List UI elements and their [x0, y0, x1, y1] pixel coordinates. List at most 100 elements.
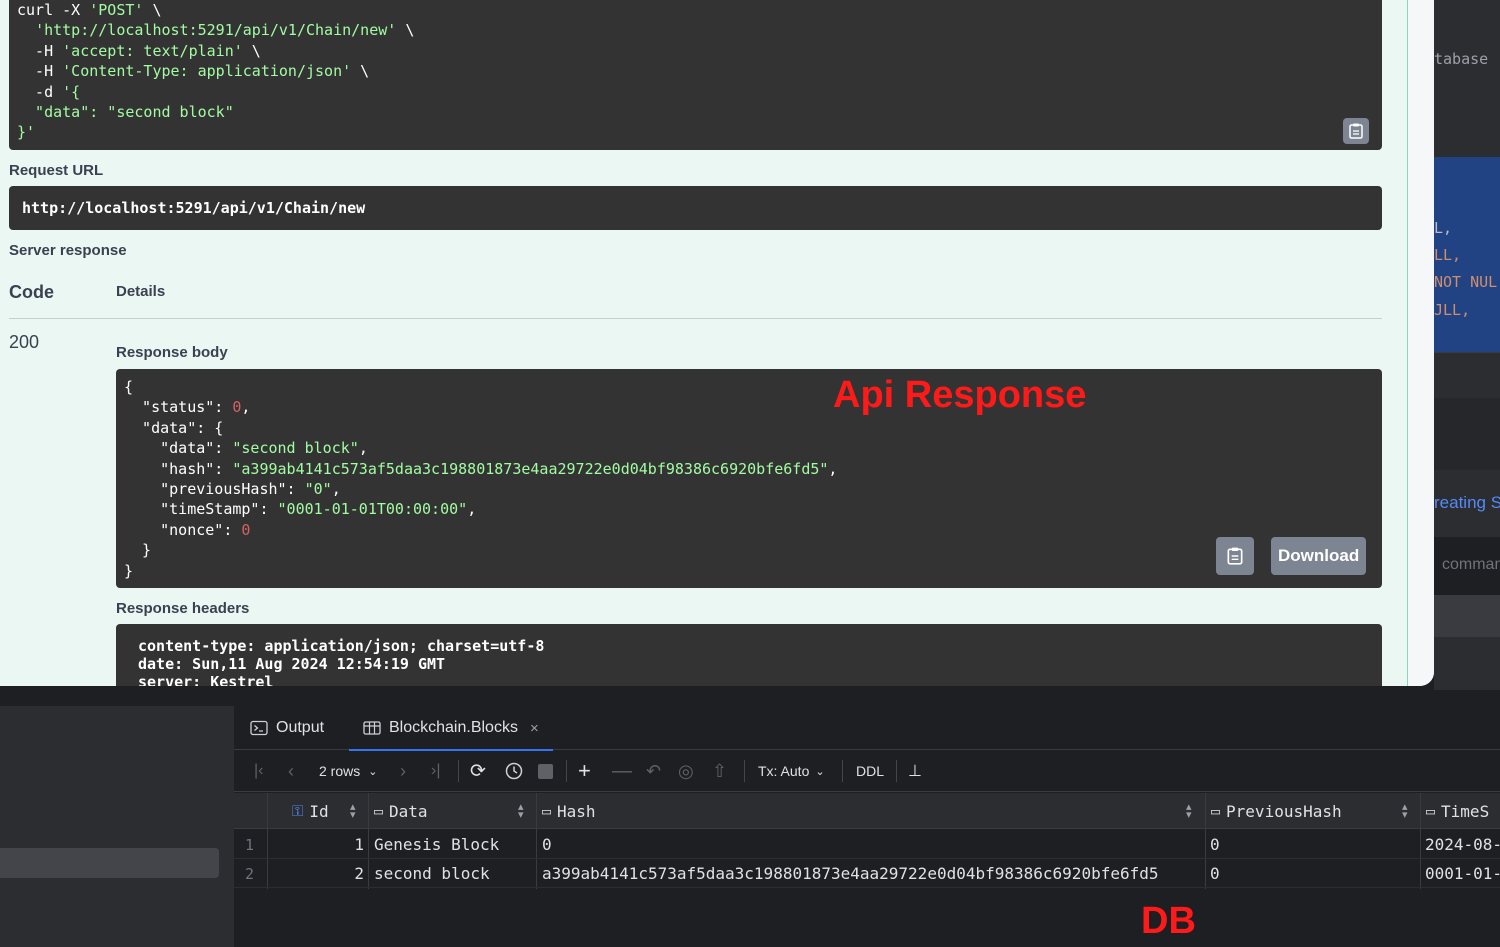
ide-peek-code-1: L,: [1434, 219, 1453, 237]
curl-line: curl -X 'POST' \: [17, 1, 162, 19]
server-response-label: Server response: [9, 242, 127, 259]
chevron-down-icon: ⌄: [368, 765, 378, 778]
revert-icon[interactable]: ↶: [646, 750, 661, 792]
copy-curl-button[interactable]: [1343, 118, 1369, 144]
column-header-id[interactable]: ⚿ Id: [292, 793, 329, 829]
ide-peek-hint: comman: [1442, 556, 1500, 573]
cell-data[interactable]: Genesis Block: [374, 830, 499, 859]
response-body-line: "nonce": 0: [124, 520, 251, 539]
ide-peek-top-text: tabase: [1434, 50, 1489, 68]
tx-label: Tx: Auto: [758, 763, 810, 779]
refresh-icon[interactable]: ⟳: [470, 750, 486, 792]
close-icon[interactable]: ×: [530, 720, 539, 737]
ide-peek-link[interactable]: reating S: [1434, 493, 1500, 513]
response-body-lines: { "status": 0, "data": { "data": "second…: [124, 377, 1382, 581]
ide-peek-code-4: JLL,: [1434, 301, 1471, 319]
table-row[interactable]: 2 2 second block a399ab4141c573af5daa3c1…: [234, 859, 1500, 888]
clipboard-icon: [1227, 547, 1243, 565]
ide-peek-code-2: LL,: [1434, 246, 1462, 264]
cell-previoushash[interactable]: 0: [1210, 830, 1220, 859]
curl-line: }': [17, 123, 36, 142]
table-row[interactable]: 1 1 Genesis Block 0 0 2024-08-: [234, 830, 1500, 859]
cell-hash[interactable]: 0: [542, 830, 552, 859]
column-header-data-label: Data: [389, 801, 428, 821]
stop-icon[interactable]: [538, 750, 553, 792]
row-number: 2: [245, 864, 255, 883]
column-header-data[interactable]: ▭ Data: [374, 793, 428, 829]
curl-line: -d '{: [17, 82, 81, 101]
db-tab-bar: Output Blockchain.Blocks ×: [234, 706, 1500, 751]
curl-line: -H 'Content-Type: application/json' \: [17, 62, 370, 81]
response-body-line: "status": 0,: [124, 398, 251, 417]
preview-changes-icon[interactable]: ◎: [678, 750, 694, 792]
response-body-line: "data": {: [124, 418, 224, 437]
history-icon[interactable]: [504, 750, 524, 792]
code-column-header: Code: [9, 282, 54, 302]
pin-icon[interactable]: ⊥: [908, 750, 922, 792]
cell-previoushash[interactable]: 0: [1210, 859, 1220, 888]
tab-blockchain-blocks[interactable]: Blockchain.Blocks ×: [349, 706, 553, 751]
ide-peek-code-3: NOT NUL: [1434, 273, 1498, 291]
sort-icon[interactable]: ▴ ▾: [1186, 802, 1192, 821]
sort-icon[interactable]: ▴ ▾: [518, 802, 524, 821]
curl-line: -H 'accept: text/plain' \: [17, 41, 261, 60]
request-url-label: Request URL: [9, 162, 104, 179]
column-header-hash[interactable]: ▭ Hash: [542, 793, 596, 829]
ddl-button[interactable]: DDL: [856, 750, 884, 792]
cell-id[interactable]: 2: [274, 859, 364, 888]
table-icon: [363, 721, 381, 735]
tab-output[interactable]: Output: [250, 706, 324, 750]
response-body-block[interactable]: { "status": 0, "data": { "data": "second…: [116, 369, 1382, 588]
rows-dropdown[interactable]: 2 rows ⌄: [319, 750, 377, 792]
response-body-line: {: [124, 378, 134, 396]
response-body-line: "data": "second block",: [124, 439, 368, 458]
cell-id[interactable]: 1: [274, 830, 364, 859]
row-number: 1: [245, 835, 255, 854]
column-header-timestamp[interactable]: ▭ TimeS: [1426, 793, 1489, 829]
request-url-box[interactable]: http://localhost:5291/api/v1/Chain/new: [9, 186, 1382, 230]
delete-row-icon[interactable]: —: [612, 750, 632, 792]
column-icon: ▭: [542, 802, 552, 820]
curl-lines: curl -X 'POST' \ 'http://localhost:5291/…: [17, 0, 1382, 143]
next-page-icon[interactable]: ›: [400, 750, 406, 792]
cell-hash[interactable]: a399ab4141c573af5daa3c198801873e4aa29722…: [542, 859, 1159, 888]
column-header-previoushash[interactable]: ▭ PreviousHash: [1211, 793, 1342, 829]
first-page-icon[interactable]: |‹: [254, 750, 263, 792]
column-icon: ▭: [374, 802, 384, 820]
ide-peek-divider: [1434, 352, 1500, 398]
response-headers-label: Response headers: [116, 600, 250, 617]
grid-header: ⚿ Id ▴ ▾ ▭ Data ▴ ▾ ▭ Hash ▴ ▾ ▭ PreviousHa…: [234, 793, 1500, 829]
db-explorer-panel: [0, 706, 234, 947]
db-annotation: DB: [1141, 900, 1196, 942]
prev-page-icon[interactable]: ‹: [288, 750, 294, 792]
column-header-previoushash-label: PreviousHash: [1226, 801, 1342, 821]
response-header-line: server: Kestrel: [138, 673, 274, 686]
db-results-panel: Output Blockchain.Blocks × |‹ ‹ 2 rows ⌄…: [234, 706, 1500, 947]
ide-editor-peek: tabase L, LL, NOT NUL JLL, reating S com…: [1434, 0, 1500, 690]
clipboard-icon: [1349, 123, 1363, 139]
cell-timestamp[interactable]: 0001-01-: [1425, 859, 1500, 888]
response-body-line: }: [124, 541, 152, 560]
column-icon: ▭: [1211, 802, 1221, 820]
tab-output-label: Output: [276, 719, 325, 736]
sort-icon[interactable]: ▴ ▾: [1402, 802, 1408, 821]
submit-icon[interactable]: ⇧: [712, 750, 727, 792]
curl-command-block[interactable]: curl -X 'POST' \ 'http://localhost:5291/…: [9, 0, 1382, 150]
add-row-icon[interactable]: +: [578, 750, 591, 792]
response-body-line: "timeStamp": "0001-01-01T00:00:00",: [124, 500, 477, 519]
tx-mode-dropdown[interactable]: Tx: Auto ⌄: [758, 750, 825, 792]
response-headers-block[interactable]: content-type: application/json; charset=…: [116, 624, 1382, 686]
browser-scroll-gutter: [1408, 0, 1434, 686]
cell-data[interactable]: second block: [374, 859, 490, 888]
sort-icon[interactable]: ▴ ▾: [350, 802, 356, 821]
last-page-icon[interactable]: ›|: [431, 750, 440, 792]
curl-line: 'http://localhost:5291/api/v1/Chain/new'…: [35, 21, 415, 40]
tab-blockchain-blocks-label: Blockchain.Blocks: [389, 719, 518, 736]
cell-timestamp[interactable]: 2024-08-: [1425, 830, 1500, 859]
db-explorer-selected-row[interactable]: [0, 848, 219, 878]
copy-response-button[interactable]: [1216, 537, 1254, 575]
swagger-border-line: [1407, 0, 1408, 686]
key-column-icon: ⚿: [292, 802, 304, 820]
download-button[interactable]: Download: [1271, 537, 1367, 575]
response-header-line: content-type: application/json; charset=…: [138, 637, 545, 655]
